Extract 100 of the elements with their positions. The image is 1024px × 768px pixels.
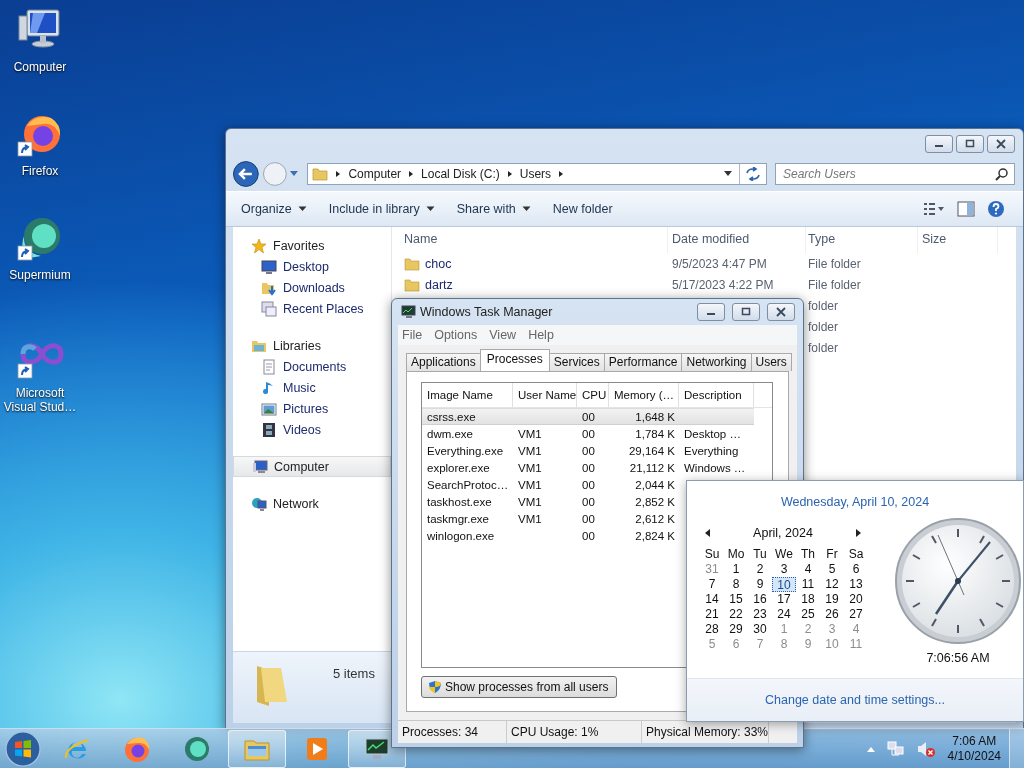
calendar-day[interactable]: 29 bbox=[724, 622, 748, 637]
calendar-day[interactable]: 21 bbox=[700, 607, 724, 622]
file-name[interactable]: choc bbox=[425, 256, 452, 271]
dropdown-caret-icon[interactable] bbox=[723, 170, 733, 178]
maximize-button[interactable] bbox=[956, 135, 984, 153]
file-name[interactable]: dartz bbox=[425, 277, 453, 292]
toolbar-button[interactable]: Share with bbox=[451, 199, 536, 219]
column-header[interactable]: Size bbox=[918, 227, 998, 253]
nav-item[interactable]: Documents bbox=[233, 356, 391, 377]
calendar-day[interactable]: 8 bbox=[724, 577, 748, 592]
calendar-day[interactable]: 10 bbox=[772, 577, 796, 592]
tab[interactable]: Performance bbox=[603, 353, 683, 371]
calendar-day[interactable]: 6 bbox=[844, 562, 868, 577]
next-month-icon[interactable] bbox=[854, 528, 862, 538]
column-header[interactable]: Memory (… bbox=[609, 383, 679, 407]
calendar-day[interactable]: 1 bbox=[724, 562, 748, 577]
calendar-day[interactable]: 3 bbox=[772, 562, 796, 577]
calendar-day[interactable]: 7 bbox=[700, 577, 724, 592]
previous-month-icon[interactable] bbox=[704, 528, 712, 538]
calendar-day[interactable]: 3 bbox=[820, 622, 844, 637]
calendar-day[interactable]: 11 bbox=[796, 577, 820, 592]
calendar-day[interactable]: 14 bbox=[700, 592, 724, 607]
calendar-day[interactable]: 5 bbox=[820, 562, 844, 577]
date-heading[interactable]: Wednesday, April 10, 2024 bbox=[687, 495, 1023, 509]
nav-item[interactable]: Libraries bbox=[233, 335, 391, 356]
calendar-day[interactable]: 19 bbox=[820, 592, 844, 607]
menu-item[interactable]: File bbox=[402, 328, 423, 342]
back-button[interactable] bbox=[232, 160, 260, 188]
breadcrumb-item[interactable]: Users bbox=[519, 167, 552, 181]
calendar-day[interactable]: 2 bbox=[748, 562, 772, 577]
nav-item[interactable]: Computer bbox=[233, 456, 391, 477]
desktop-icon-label[interactable]: Supermium bbox=[1, 268, 79, 282]
month-title[interactable]: April, 2024 bbox=[753, 526, 813, 540]
process-row[interactable]: csrss.exe 00 1,648 K bbox=[422, 408, 754, 425]
nav-item[interactable]: Favorites bbox=[233, 235, 391, 256]
calendar-day[interactable]: 10 bbox=[820, 637, 844, 652]
breadcrumb-item[interactable]: Computer bbox=[348, 167, 402, 181]
help-icon[interactable] bbox=[987, 200, 1005, 218]
tab[interactable]: Users bbox=[750, 353, 792, 371]
calendar-day[interactable]: 4 bbox=[796, 562, 820, 577]
minimize-button[interactable] bbox=[697, 303, 725, 321]
calendar-day[interactable]: 18 bbox=[796, 592, 820, 607]
tab[interactable]: Processes bbox=[479, 349, 550, 371]
close-button[interactable] bbox=[987, 135, 1015, 153]
show-all-processes-button[interactable]: Show processes from all users bbox=[421, 676, 618, 698]
calendar-day[interactable]: 9 bbox=[796, 637, 820, 652]
calendar-day[interactable]: 11 bbox=[844, 637, 868, 652]
desktop-icon-label[interactable]: Computer bbox=[1, 60, 79, 74]
preview-pane-icon[interactable] bbox=[957, 201, 975, 217]
calendar-day[interactable]: 20 bbox=[844, 592, 868, 607]
toolbar-button[interactable]: New folder bbox=[547, 199, 618, 219]
column-header[interactable]: Date modified bbox=[668, 227, 806, 253]
tab[interactable]: Applications bbox=[406, 353, 481, 371]
menu-item[interactable]: Options bbox=[434, 328, 478, 342]
column-header[interactable]: Image Name bbox=[422, 383, 513, 407]
calendar-day[interactable]: 16 bbox=[748, 592, 772, 607]
nav-item[interactable]: Network bbox=[233, 493, 391, 514]
menu-item[interactable]: View bbox=[489, 328, 517, 342]
nav-item[interactable]: Desktop bbox=[233, 256, 391, 277]
search-field[interactable]: Search Users bbox=[775, 163, 1015, 185]
start-button[interactable] bbox=[4, 729, 42, 768]
breadcrumb-item[interactable]: Local Disk (C:) bbox=[421, 167, 500, 181]
toolbar-button[interactable]: Include in library bbox=[323, 199, 440, 219]
menu-item[interactable]: Help bbox=[528, 328, 554, 342]
calendar-day[interactable]: 4 bbox=[844, 622, 868, 637]
volume-muted-icon[interactable] bbox=[915, 739, 936, 758]
calendar-day[interactable]: 24 bbox=[772, 607, 796, 622]
calendar-day[interactable]: 27 bbox=[844, 607, 868, 622]
calendar-day[interactable]: 30 bbox=[748, 622, 772, 637]
maximize-button[interactable] bbox=[732, 303, 760, 321]
view-list-icon[interactable] bbox=[923, 202, 945, 216]
tab[interactable]: Networking bbox=[681, 353, 752, 371]
desktop-icon-label[interactable]: Microsoft Visual Stud… bbox=[1, 386, 79, 414]
nav-item[interactable]: Pictures bbox=[233, 398, 391, 419]
search-icon[interactable] bbox=[995, 167, 1009, 181]
calendar-day[interactable]: 23 bbox=[748, 607, 772, 622]
calendar-day[interactable]: 15 bbox=[724, 592, 748, 607]
process-row[interactable]: Everything.exe VM1 00 29,164 K Everything bbox=[422, 442, 772, 459]
process-row[interactable]: explorer.exe VM1 00 21,112 K Windows … bbox=[422, 459, 772, 476]
address-bar[interactable]: Computer Local Disk (C:) Users bbox=[307, 163, 767, 185]
nav-item[interactable]: Videos bbox=[233, 419, 391, 440]
column-header[interactable]: CPU bbox=[577, 383, 609, 407]
nav-item[interactable]: Downloads bbox=[233, 277, 391, 298]
nav-item[interactable]: Recent Places bbox=[233, 298, 391, 319]
change-settings-link[interactable]: Change date and time settings... bbox=[765, 693, 945, 707]
caret-icon[interactable] bbox=[289, 170, 300, 178]
calendar-day[interactable]: 9 bbox=[748, 577, 772, 592]
column-header[interactable]: Name bbox=[392, 227, 668, 253]
calendar-day[interactable]: 28 bbox=[700, 622, 724, 637]
calendar-day[interactable]: 22 bbox=[724, 607, 748, 622]
calendar-day[interactable]: 17 bbox=[772, 592, 796, 607]
column-header[interactable]: Description bbox=[679, 383, 754, 407]
tab[interactable]: Services bbox=[548, 353, 605, 371]
calendar-day[interactable]: 12 bbox=[820, 577, 844, 592]
calendar-day[interactable]: 1 bbox=[772, 622, 796, 637]
toolbar-button[interactable]: Organize bbox=[236, 199, 312, 219]
column-header[interactable]: User Name bbox=[513, 383, 577, 407]
calendar-day[interactable]: 25 bbox=[796, 607, 820, 622]
process-row[interactable]: dwm.exe VM1 00 1,784 K Desktop … bbox=[422, 425, 772, 442]
column-header[interactable]: Type bbox=[806, 227, 918, 253]
